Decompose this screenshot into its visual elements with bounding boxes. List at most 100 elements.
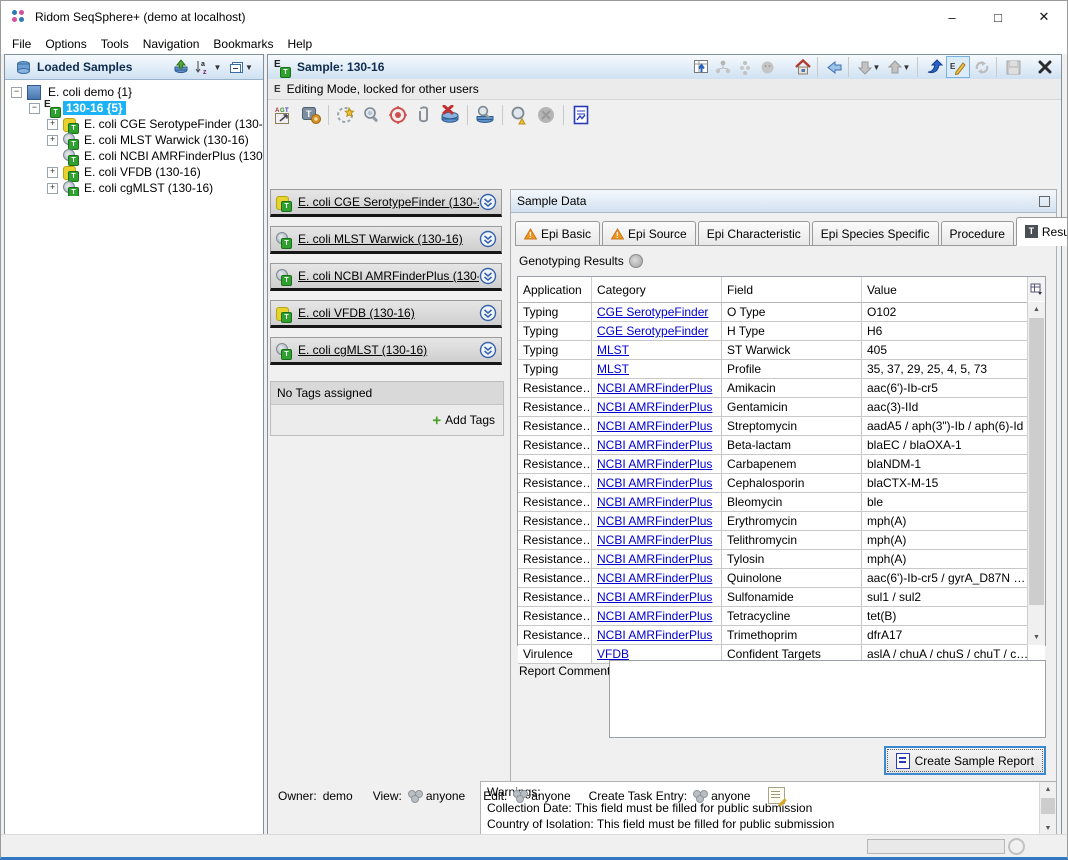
table-scrollbar[interactable]: ▲ ▼ (1027, 302, 1045, 645)
warn-scroll-up-icon[interactable]: ▲ (1040, 782, 1056, 797)
tab-epi-source[interactable]: !Epi Source (602, 221, 696, 245)
table-row[interactable]: Resistance…NCBI AMRFinderPlusTylosinmph(… (518, 550, 1045, 569)
category-link[interactable]: MLST (597, 362, 629, 376)
table-row[interactable]: Resistance…NCBI AMRFinderPlusAmikacinaac… (518, 379, 1045, 398)
category-link[interactable]: NCBI AMRFinderPlus (597, 514, 712, 528)
finish-editing-icon[interactable] (924, 58, 944, 76)
minimize-button[interactable]: – (929, 1, 975, 33)
category-link[interactable]: NCBI AMRFinderPlus (597, 533, 712, 547)
table-settings-icon[interactable] (1027, 277, 1045, 301)
menu-item-tools[interactable]: Tools (94, 35, 136, 53)
table-row[interactable]: TypingCGE SerotypeFinderO TypeO102 (518, 303, 1045, 322)
sort-dropdown-caret[interactable]: ▼ (214, 63, 222, 72)
table-cell[interactable]: NCBI AMRFinderPlus (592, 588, 722, 606)
table-cell[interactable]: CGE SerotypeFinder (592, 303, 722, 321)
edit-mode-icon[interactable]: E (946, 56, 970, 78)
export-table-icon[interactable] (691, 58, 711, 76)
scroll-thumb[interactable] (1029, 318, 1044, 605)
table-cell[interactable]: NCBI AMRFinderPlus (592, 550, 722, 568)
expand-icon[interactable]: + (47, 183, 58, 194)
table-cell[interactable]: NCBI AMRFinderPlus (592, 436, 722, 454)
category-link[interactable]: NCBI AMRFinderPlus (597, 457, 712, 471)
submit-icon[interactable] (508, 103, 532, 127)
tree-item[interactable]: −ET130-16 {5} (5, 100, 263, 116)
table-cell[interactable]: NCBI AMRFinderPlus (592, 493, 722, 511)
menu-item-file[interactable]: File (5, 35, 38, 53)
category-link[interactable]: NCBI AMRFinderPlus (597, 552, 712, 566)
collapse-all-icon[interactable]: ▼ (225, 58, 257, 76)
table-cell[interactable]: NCBI AMRFinderPlus (592, 474, 722, 492)
section-label[interactable]: E. coli VFDB (130-16) (298, 306, 479, 320)
tab-epi-basic[interactable]: !Epi Basic (515, 221, 600, 245)
category-link[interactable]: NCBI AMRFinderPlus (597, 438, 712, 452)
column-header-category[interactable]: Category (592, 277, 722, 302)
category-link[interactable]: VFDB (597, 647, 629, 661)
category-link[interactable]: NCBI AMRFinderPlus (597, 476, 712, 490)
report-comment-input[interactable] (609, 660, 1046, 738)
warnings-scrollbar[interactable]: ▲ ▼ (1039, 782, 1056, 836)
table-row[interactable]: Resistance…NCBI AMRFinderPlusQuinoloneaa… (518, 569, 1045, 588)
table-row[interactable]: Resistance…NCBI AMRFinderPlusStreptomyci… (518, 417, 1045, 436)
table-cell[interactable]: NCBI AMRFinderPlus (592, 512, 722, 530)
table-row[interactable]: Resistance…NCBI AMRFinderPlusSulfonamide… (518, 588, 1045, 607)
collapse-icon[interactable]: − (29, 103, 40, 114)
section-label[interactable]: E. coli NCBI AMRFinderPlus (130-16) (298, 269, 479, 283)
tree-item[interactable]: +TE. coli MLST Warwick (130-16) (5, 132, 263, 148)
category-link[interactable]: MLST (597, 343, 629, 357)
category-link[interactable]: NCBI AMRFinderPlus (597, 419, 712, 433)
nav-down-icon[interactable]: ▼ (855, 58, 883, 76)
export-assembly-icon[interactable]: AGT (273, 103, 297, 127)
table-cell[interactable]: NCBI AMRFinderPlus (592, 379, 722, 397)
edit-permissions-icon[interactable] (768, 787, 785, 804)
sort-az-icon[interactable]: az ▼ (193, 58, 223, 76)
result-section-header[interactable]: TE. coli NCBI AMRFinderPlus (130-16) (270, 263, 502, 291)
back-icon[interactable] (824, 58, 844, 76)
table-cell[interactable]: NCBI AMRFinderPlus (592, 607, 722, 625)
detach-panel-icon[interactable] (1039, 196, 1050, 207)
table-row[interactable]: Resistance…NCBI AMRFinderPlusTetracyclin… (518, 607, 1045, 626)
scroll-up-icon[interactable]: ▲ (1028, 302, 1045, 317)
tree-item[interactable]: +TE. coli VFDB (130-16) (5, 164, 263, 180)
table-row[interactable]: Resistance…NCBI AMRFinderPlusGentamicina… (518, 398, 1045, 417)
column-header-application[interactable]: Application (518, 277, 592, 302)
table-cell[interactable]: MLST (592, 341, 722, 359)
add-tags-button[interactable]: + Add Tags (432, 412, 495, 429)
tab-results[interactable]: TResults (1016, 217, 1068, 246)
menu-item-navigation[interactable]: Navigation (136, 35, 207, 53)
category-link[interactable]: NCBI AMRFinderPlus (597, 628, 712, 642)
category-link[interactable]: NCBI AMRFinderPlus (597, 571, 712, 585)
result-section-header[interactable]: TE. coli VFDB (130-16) (270, 300, 502, 328)
close-sample-icon[interactable] (1035, 58, 1055, 76)
pin-search-icon[interactable] (360, 103, 384, 127)
collapse-icon[interactable]: − (11, 87, 22, 98)
category-link[interactable]: NCBI AMRFinderPlus (597, 609, 712, 623)
tree-item[interactable]: +TE. coli CGE SerotypeFinder (130-16) (5, 116, 263, 132)
section-label[interactable]: E. coli CGE SerotypeFinder (130-16) (298, 195, 479, 209)
table-row[interactable]: Resistance…NCBI AMRFinderPlusBeta-lactam… (518, 436, 1045, 455)
section-label[interactable]: E. coli cgMLST (130-16) (298, 343, 479, 357)
menu-item-help[interactable]: Help (280, 35, 319, 53)
expand-icon[interactable]: + (47, 135, 58, 146)
expand-icon[interactable]: + (47, 167, 58, 178)
column-header-value[interactable]: Value (862, 277, 1028, 302)
chevron-down-icon[interactable] (479, 193, 497, 211)
scroll-down-icon[interactable]: ▼ (1028, 630, 1045, 645)
tab-procedure[interactable]: Procedure (941, 221, 1014, 245)
create-sample-report-button[interactable]: Create Sample Report (884, 746, 1046, 775)
chevron-down-icon[interactable] (479, 230, 497, 248)
nav-down-caret[interactable]: ▼ (873, 63, 881, 72)
attachment-icon[interactable] (412, 103, 436, 127)
result-section-header[interactable]: TE. coli cgMLST (130-16) (270, 337, 502, 365)
result-section-header[interactable]: TE. coli CGE SerotypeFinder (130-16) (270, 189, 502, 217)
globe-icon[interactable] (629, 254, 643, 268)
result-section-header[interactable]: TE. coli MLST Warwick (130-16) (270, 226, 502, 254)
table-cell[interactable]: NCBI AMRFinderPlus (592, 398, 722, 416)
warn-scroll-thumb[interactable] (1041, 798, 1055, 814)
reanalyze-icon[interactable] (334, 103, 358, 127)
table-row[interactable]: TypingMLSTProfile35, 37, 29, 25, 4, 5, 7… (518, 360, 1045, 379)
table-row[interactable]: Resistance…NCBI AMRFinderPlusTelithromyc… (518, 531, 1045, 550)
tab-epi-characteristic[interactable]: Epi Characteristic (698, 221, 810, 245)
table-cell[interactable]: CGE SerotypeFinder (592, 322, 722, 340)
chevron-down-icon[interactable] (479, 267, 497, 285)
table-row[interactable]: Resistance…NCBI AMRFinderPlusTrimethopri… (518, 626, 1045, 645)
